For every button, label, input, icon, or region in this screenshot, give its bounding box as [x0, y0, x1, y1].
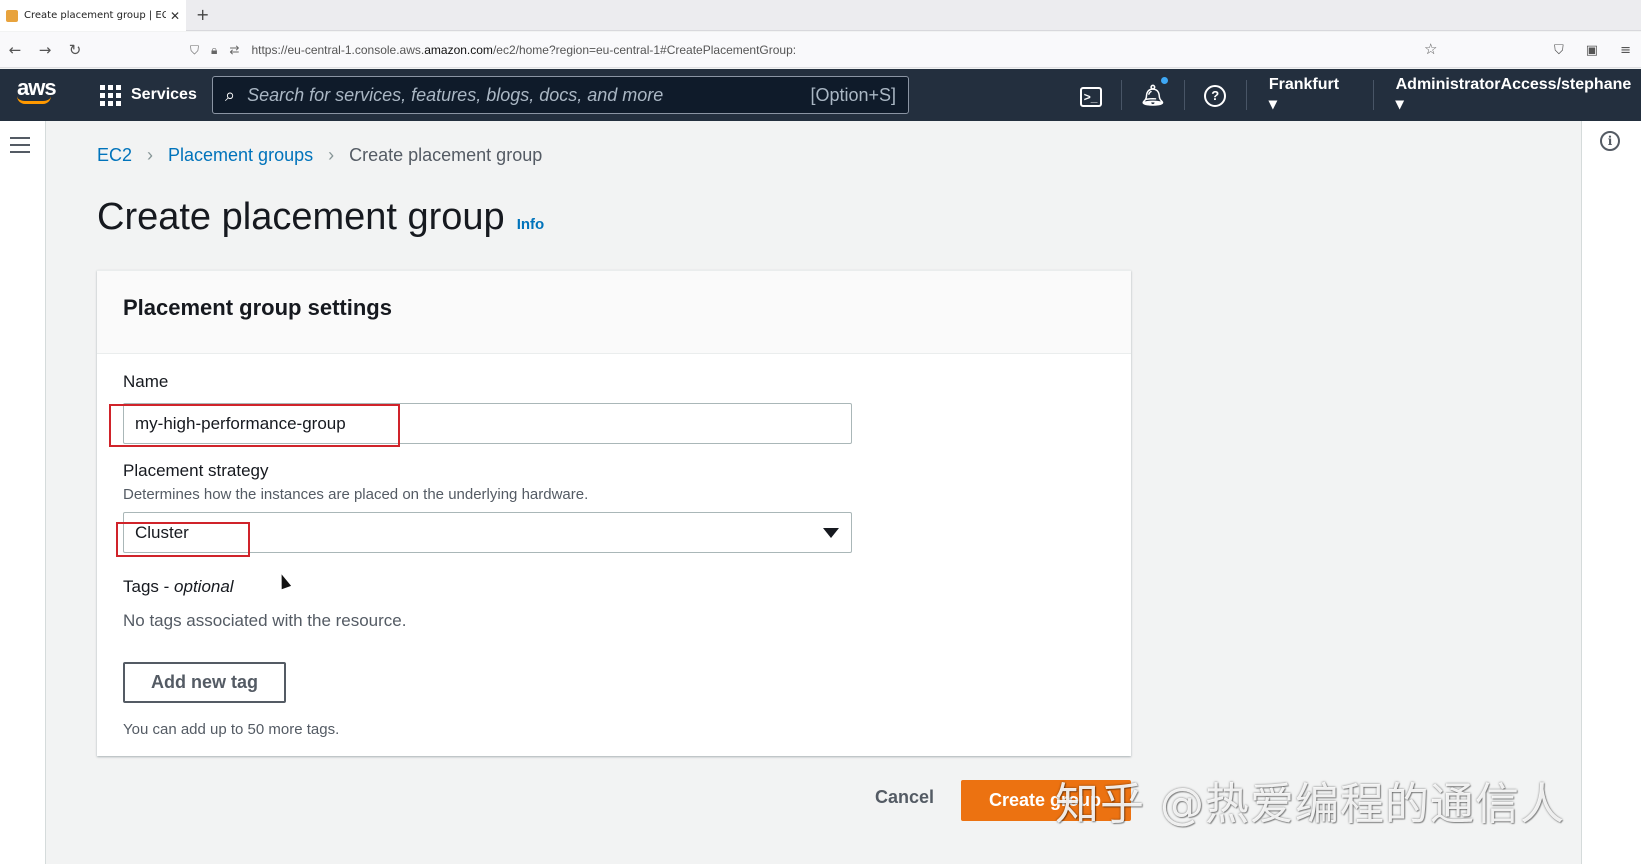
back-icon[interactable]: ←	[0, 41, 30, 59]
menu-icon[interactable]: ≡	[1620, 43, 1631, 58]
caret-down-icon: ▾	[1268, 96, 1277, 113]
aws-top-nav: aws Services ⌕ Search for services, feat…	[0, 69, 1641, 121]
breadcrumb-current: Create placement group	[349, 145, 543, 165]
breadcrumb: EC2 › Placement groups › Create placemen…	[97, 145, 542, 166]
grid-icon	[100, 84, 121, 106]
help-button[interactable]: ?	[1185, 83, 1246, 107]
url-host: amazon.com	[424, 43, 493, 57]
highlight-box-name	[109, 404, 400, 447]
placement-group-settings-panel: Placement group settings Name my-high-pe…	[97, 270, 1131, 756]
tags-optional: optional	[174, 577, 234, 596]
right-side-rail: i	[1581, 121, 1641, 864]
shield-icon: ⛉	[190, 42, 200, 57]
placement-strategy-description: Determines how the instances are placed …	[123, 486, 589, 503]
search-icon: ⌕	[225, 84, 236, 105]
help-icon: ?	[1204, 85, 1227, 107]
breadcrumb-ec2[interactable]: EC2	[97, 145, 132, 166]
close-tab-icon[interactable]: ✕	[170, 9, 180, 23]
tags-label: Tags - optional	[123, 577, 234, 596]
add-new-tag-button[interactable]: Add new tag	[123, 662, 286, 703]
browser-tab[interactable]: Create placement group | EC2 M ✕	[0, 0, 186, 31]
watermark: 知乎 @热爱编程的通信人	[1055, 779, 1565, 830]
aws-favicon-icon	[6, 9, 18, 22]
no-tags-message: No tags associated with the resource.	[123, 611, 407, 630]
aws-logo[interactable]: aws	[17, 77, 57, 111]
highlight-box-strategy	[116, 522, 250, 557]
notifications-button[interactable]: 🔔︎	[1122, 76, 1183, 108]
forward-icon[interactable]: →	[30, 41, 60, 59]
info-panel-icon[interactable]: i	[1600, 131, 1620, 151]
notification-dot	[1160, 76, 1168, 84]
pocket-icon[interactable]: ⛉	[1554, 43, 1564, 58]
new-tab-button[interactable]: +	[196, 5, 209, 24]
search-placeholder: Search for services, features, blogs, do…	[247, 84, 664, 105]
region-selector[interactable]: Frankfurt ▾	[1247, 76, 1373, 114]
reload-icon[interactable]: ↻	[60, 41, 90, 59]
left-side-rail	[0, 121, 46, 864]
permissions-icon: ⇄	[229, 43, 240, 57]
chevron-right-icon: ›	[147, 145, 154, 165]
cloudshell-button[interactable]: >_	[1060, 84, 1121, 107]
panel-heading: Placement group settings	[97, 271, 1131, 354]
search-shortcut: [Option+S]	[810, 84, 896, 105]
tags-hint: You can add up to 50 more tags.	[123, 721, 340, 738]
caret-down-icon	[823, 528, 839, 538]
hamburger-menu-icon[interactable]	[10, 137, 30, 158]
services-menu-button[interactable]: Services	[100, 69, 197, 121]
extension-icon[interactable]: ▣	[1586, 43, 1598, 58]
bell-icon: 🔔︎	[1140, 84, 1166, 107]
breadcrumb-placement-groups[interactable]: Placement groups	[168, 145, 313, 166]
account-menu[interactable]: AdministratorAccess/stephane ▾	[1374, 76, 1641, 114]
lock-icon: 🔒︎	[211, 42, 218, 57]
cloudshell-icon: >_	[1079, 86, 1102, 107]
chevron-right-icon: ›	[328, 145, 335, 165]
address-bar[interactable]: ⛉ 🔒︎ ⇄ https://eu-central-1.console.aws.…	[190, 32, 796, 68]
name-label: Name	[123, 372, 169, 391]
page-title: Create placement group Info	[97, 196, 545, 238]
bookmark-star-icon[interactable]: ☆	[1424, 40, 1437, 58]
browser-tab-strip: Create placement group | EC2 M ✕ +	[0, 0, 1641, 31]
url-prefix: https://eu-central-1.console.aws.	[251, 43, 425, 57]
search-input[interactable]: ⌕ Search for services, features, blogs, …	[212, 76, 909, 114]
caret-down-icon: ▾	[1395, 96, 1404, 113]
url-rest: /ec2/home?region=eu-central-1#CreatePlac…	[492, 43, 797, 57]
browser-toolbar: ← → ↻ ⛉ 🔒︎ ⇄ https://eu-central-1.consol…	[0, 32, 1641, 68]
placement-strategy-label: Placement strategy	[123, 461, 269, 480]
info-link[interactable]: Info	[517, 216, 545, 233]
tab-title: Create placement group | EC2 M	[24, 10, 166, 21]
cancel-button[interactable]: Cancel	[875, 787, 934, 808]
